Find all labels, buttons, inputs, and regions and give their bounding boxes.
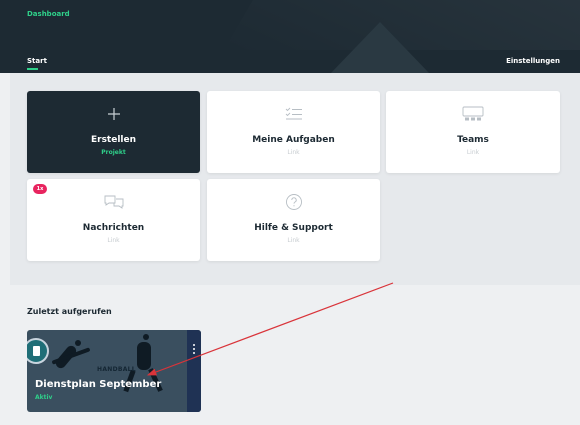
annotation-arrow [146,282,394,376]
